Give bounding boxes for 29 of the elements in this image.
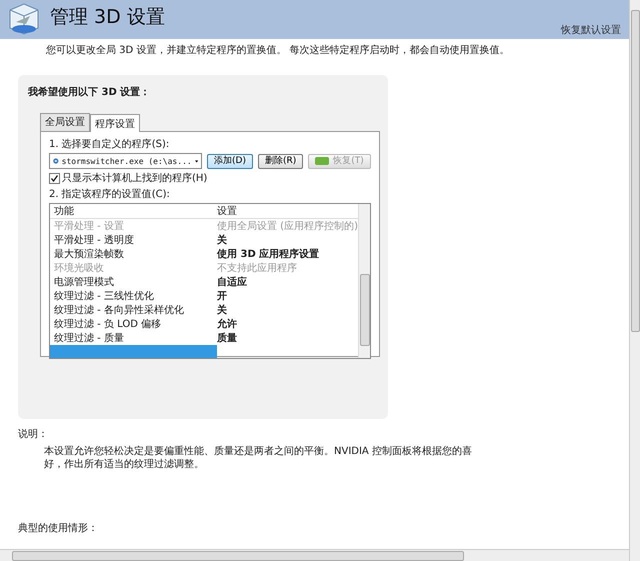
table-row[interactable]: 平滑处理 - 透明度 关	[50, 233, 358, 247]
table-row[interactable]: 纹理过滤 - 各向异性采样优化 关	[50, 303, 358, 317]
column-header[interactable]: 功能	[50, 204, 217, 218]
description-text: 本设置允许您轻松决定是要偏重性能、质量还是两者之间的平衡。NVIDIA 控制面板将根据您的喜好，作出所有适当的纹理过滤调整。	[44, 445, 473, 471]
table-row[interactable]: 纹理过滤 - 负 LOD 偏移 允许	[50, 317, 358, 331]
column-header[interactable]: 设置	[217, 204, 358, 218]
scrollbar[interactable]	[358, 204, 370, 358]
intro-text: 您可以更改全局 3D 设置，并建立特定程序的置换值。 每次这些特定程序启动时，都会自动使用置换值。	[46, 44, 511, 57]
settings-heading: 我希望使用以下 3D 设置：	[28, 86, 152, 99]
only-local-checkbox[interactable]: 只显示本计算机上找到的程序(H)	[49, 171, 371, 185]
tab[interactable]: 全局设置	[40, 113, 90, 131]
usage-heading: 典型的使用情形：	[18, 522, 99, 535]
caret-icon	[194, 158, 198, 164]
table-row[interactable]: 最大预渲染帧数 使用 3D 应用程序设置	[50, 247, 358, 261]
step-label: 2. 指定该程序的设置值(C):	[49, 188, 171, 201]
table-row[interactable]: 电源管理模式 自适应	[50, 275, 358, 289]
tab[interactable]: 程序设置	[90, 114, 140, 132]
check-icon	[50, 174, 59, 182]
restore-defaults-link[interactable]: 恢复默认设置	[561, 23, 621, 37]
action-button[interactable]: 添加(D)	[207, 154, 253, 168]
horizontal-scrollbar[interactable]	[0, 549, 629, 561]
program-dropdown[interactable]: stormswitcher.exe (e:\as...	[49, 153, 202, 169]
description-heading: 说明：	[18, 428, 49, 441]
step-label: 1. 选择要自定义的程序(S):	[49, 138, 170, 151]
page-title: 管理 3D 设置	[50, 5, 165, 30]
scrollbar[interactable]	[629, 0, 640, 561]
table-row[interactable]: 纹理过滤 - 三线性优化 开	[50, 289, 358, 303]
table-row[interactable]: 纹理过滤 - 质量 质量	[50, 331, 358, 345]
action-button[interactable]: 删除(R)	[258, 154, 304, 168]
